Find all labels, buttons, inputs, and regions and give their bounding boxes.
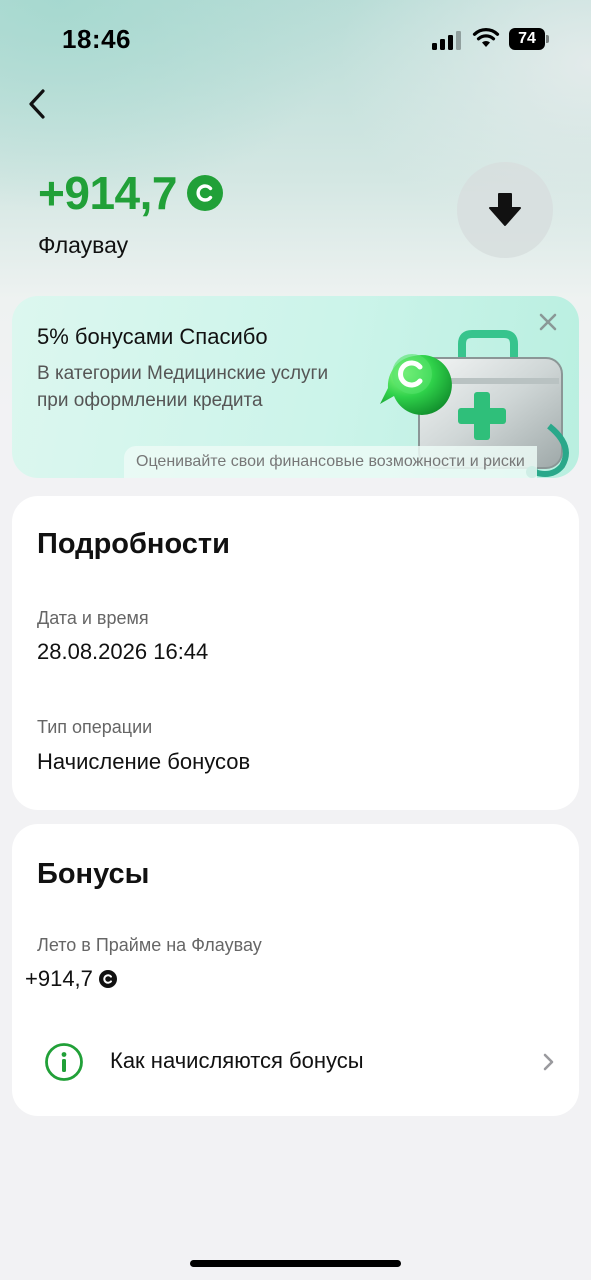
back-button[interactable] (18, 84, 58, 124)
promo-disclaimer: Оценивайте свои финансовые возможности и… (124, 446, 537, 478)
wifi-icon (472, 28, 500, 47)
details-card: Подробности Дата и время 28.08.2026 16:4… (12, 496, 579, 810)
close-icon[interactable] (536, 310, 560, 334)
download-button[interactable] (457, 162, 553, 258)
promo-banner[interactable]: 5% бонусами Спасибо В категории Медицинс… (12, 296, 579, 478)
transaction-amount: +914,7 (38, 166, 223, 220)
merchant-name: Флаувау (38, 232, 129, 258)
back-arrow-icon (29, 89, 45, 119)
battery-icon: 74 (509, 28, 549, 50)
date-value: 28.08.2026 16:44 (37, 639, 209, 664)
date-label: Дата и время (37, 608, 149, 628)
download-arrow-icon (489, 193, 521, 226)
status-bar: 18:46 74 (0, 0, 591, 80)
amount-value: +914,7 (38, 167, 177, 219)
how-bonuses-link[interactable]: Как начисляются бонусы (12, 1032, 579, 1092)
info-icon (45, 1043, 83, 1081)
bonus-program-value: +914,7 (25, 966, 93, 991)
operation-type-value: Начисление бонусов (37, 749, 251, 774)
operation-type-label: Тип операции (37, 717, 153, 737)
signal-icon (432, 31, 461, 50)
details-title: Подробности (37, 528, 230, 560)
promo-title: 5% бонусами Спасибо (37, 324, 268, 349)
promo-description: В категории Медицинские услуги при оформ… (37, 363, 329, 411)
bonus-program-amount: +914,7 (25, 966, 117, 992)
bonuses-title: Бонусы (37, 858, 150, 890)
how-bonuses-label: Как начисляются бонусы (110, 1048, 364, 1073)
battery-level: 74 (518, 30, 536, 47)
bonus-coin-icon (186, 175, 223, 211)
status-time: 18:46 (62, 24, 131, 54)
home-indicator[interactable] (190, 1260, 401, 1267)
transaction-details-screen: 18:46 74 +914,7 Флаувау 5% бонусами Спас… (0, 0, 591, 1280)
chevron-right-icon (543, 1053, 554, 1071)
bonus-program-label: Лето в Прайме на Флаувау (37, 935, 262, 955)
bonus-coin-icon (98, 970, 117, 988)
